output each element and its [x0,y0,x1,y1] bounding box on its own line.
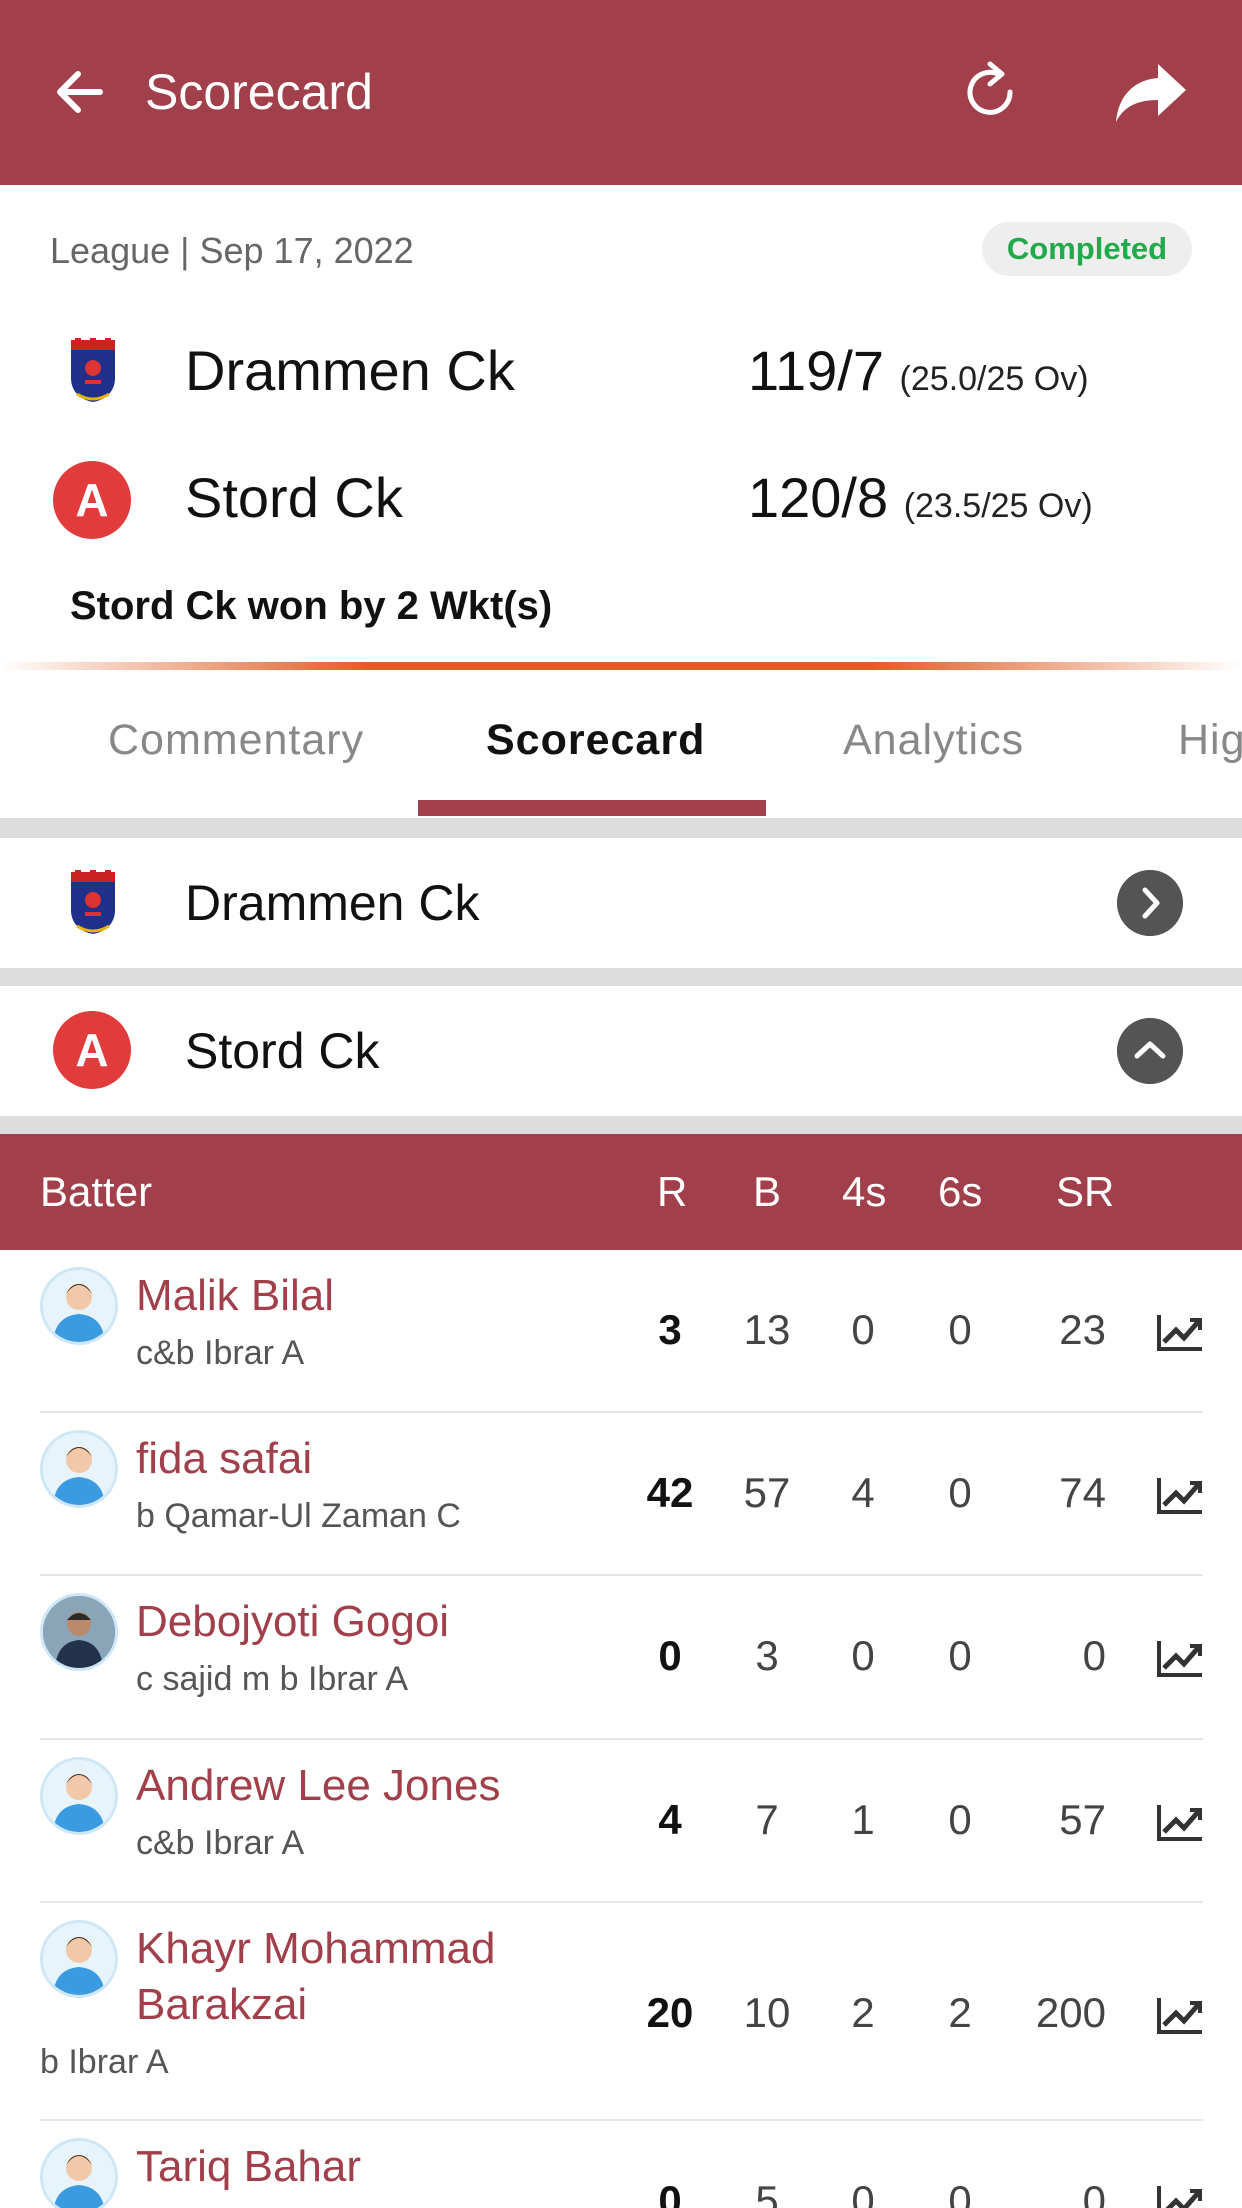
runs-value: 20 [646,1989,694,2036]
batter-row[interactable]: Malik Bilal c&b Ibrar A 3 13 0 0 23 [0,1250,1242,1413]
balls-value: 10 [743,1989,791,2036]
header-sixes: 6s [938,1168,983,1215]
overs-1: (25.0/25 Ov) [899,360,1089,398]
innings-team-name: Stord Ck [185,1023,380,1079]
fours-value: 4 [851,1469,875,1516]
balls-value: 7 [755,1796,779,1843]
batter-row[interactable]: Debojyoti Gogoi c sajid m b Ibrar A 0 3 … [0,1576,1242,1740]
fours-value: 0 [851,2177,875,2208]
fours-value: 0 [851,1632,875,1679]
avatar [40,1593,118,1671]
batter-name-line1[interactable]: Khayr Mohammad [136,1921,495,1977]
runs-value: 4 [658,1796,682,1843]
strike-rate-value: 0 [1082,2177,1106,2208]
trend-chart-icon[interactable] [1156,1802,1204,1842]
overs-2: (23.5/25 Ov) [903,487,1093,525]
refresh-icon[interactable] [954,56,1026,128]
header-batter: Batter [40,1168,153,1215]
innings-team-name: Drammen Ck [185,875,480,931]
trend-chart-icon[interactable] [1156,1475,1204,1515]
dismissal-text: c sajid m b Ibrar A [136,1660,409,1698]
team-name-2: Stord Ck [185,466,403,529]
strike-rate-value: 74 [1059,1469,1106,1516]
runs-value: 0 [658,1632,682,1679]
score-2: 120/8 [748,466,889,529]
team-a-logo: A [53,1011,131,1089]
innings-row-drammen[interactable]: Drammen Ck [0,838,1242,968]
dismissal-text: c&b Ibrar A [136,1824,305,1862]
balls-value: 13 [743,1306,791,1353]
match-meta: League | Sep 17, 2022 [50,230,414,271]
batter-row[interactable]: Khayr Mohammad Barakzai b Ibrar A 20 10 … [0,1903,1242,2121]
avatar [40,2138,118,2208]
fours-value: 1 [851,1796,875,1843]
tab-bar: Commentary Scorecard Analytics Hig [0,672,1242,818]
tab-commentary[interactable]: Commentary [108,716,364,765]
section-separator [0,818,1242,838]
runs-value: 3 [658,1306,682,1353]
trend-chart-icon[interactable] [1156,1638,1204,1678]
team-score-2: 120/8 (23.5/25 Ov) [748,465,1093,530]
dismissal-text: b Ibrar A [40,2043,169,2081]
batter-name[interactable]: fida safai [136,1431,312,1487]
status-badge: Completed [982,222,1192,276]
avatar [40,1757,118,1835]
dismissal-text: c&b Ibrar A [136,1334,305,1372]
strike-rate-value: 23 [1059,1306,1106,1353]
app-bar: Scorecard [0,0,1242,185]
batter-name[interactable]: Malik Bilal [136,1268,334,1324]
batter-name[interactable]: Andrew Lee Jones [136,1758,500,1814]
share-icon[interactable] [1112,56,1190,128]
match-result: Stord Ck won by 2 Wkt(s) [70,584,553,628]
avatar [40,1267,118,1345]
chevron-right-icon[interactable] [1117,870,1183,936]
drammen-crest-icon [71,870,115,934]
accent-divider [0,662,1242,670]
fours-value: 0 [851,1306,875,1353]
batter-name[interactable]: Tariq Bahar [136,2139,361,2195]
strike-rate-value: 200 [1035,1989,1106,2036]
trend-chart-icon[interactable] [1156,2183,1204,2208]
page-title: Scorecard [145,64,373,120]
trend-chart-icon[interactable] [1156,1995,1204,2035]
batter-name-line2[interactable]: Barakzai [136,1977,307,2033]
batter-row[interactable]: Andrew Lee Jones c&b Ibrar A 4 7 1 0 57 [0,1740,1242,1903]
innings-row-stord[interactable]: A Stord Ck [0,986,1242,1116]
tab-analytics[interactable]: Analytics [843,716,1024,765]
team-score-1: 119/7 (25.0/25 Ov) [748,338,1089,403]
runs-value: 0 [658,2177,682,2208]
batting-table-header: Batter R B 4s 6s SR [0,1134,1242,1250]
strike-rate-value: 0 [1082,1632,1106,1679]
balls-value: 3 [755,1632,779,1679]
tab-scorecard[interactable]: Scorecard [486,716,705,765]
team-name-1: Drammen Ck [185,339,515,402]
balls-value: 5 [755,2177,779,2208]
balls-value: 57 [743,1469,791,1516]
strike-rate-value: 57 [1059,1796,1106,1843]
fours-value: 2 [851,1989,875,2036]
header-balls: B [753,1168,782,1215]
back-arrow-icon[interactable] [48,60,112,124]
runs-value: 42 [646,1469,694,1516]
chevron-up-icon[interactable] [1117,1018,1183,1084]
header-fours: 4s [842,1168,887,1215]
avatar [40,1430,118,1508]
batter-name[interactable]: Debojyoti Gogoi [136,1594,449,1650]
drammen-crest-icon [71,338,115,402]
dismissal-text: b Qamar-Ul Zaman C [136,1497,461,1535]
active-tab-indicator [418,800,766,816]
score-1: 119/7 [748,339,884,402]
section-separator [0,968,1242,986]
team-a-logo: A [53,461,131,539]
avatar [40,1920,118,1998]
trend-chart-icon[interactable] [1156,1312,1204,1352]
section-separator [0,1116,1242,1134]
batter-row[interactable]: Tariq Bahar 0 5 0 0 0 [0,2121,1242,2208]
header-strike-rate: SR [1056,1168,1115,1215]
header-runs: R [657,1168,688,1215]
batter-row[interactable]: fida safai b Qamar-Ul Zaman C 42 57 4 0 … [0,1413,1242,1576]
tab-highlights[interactable]: Hig [1178,716,1242,765]
